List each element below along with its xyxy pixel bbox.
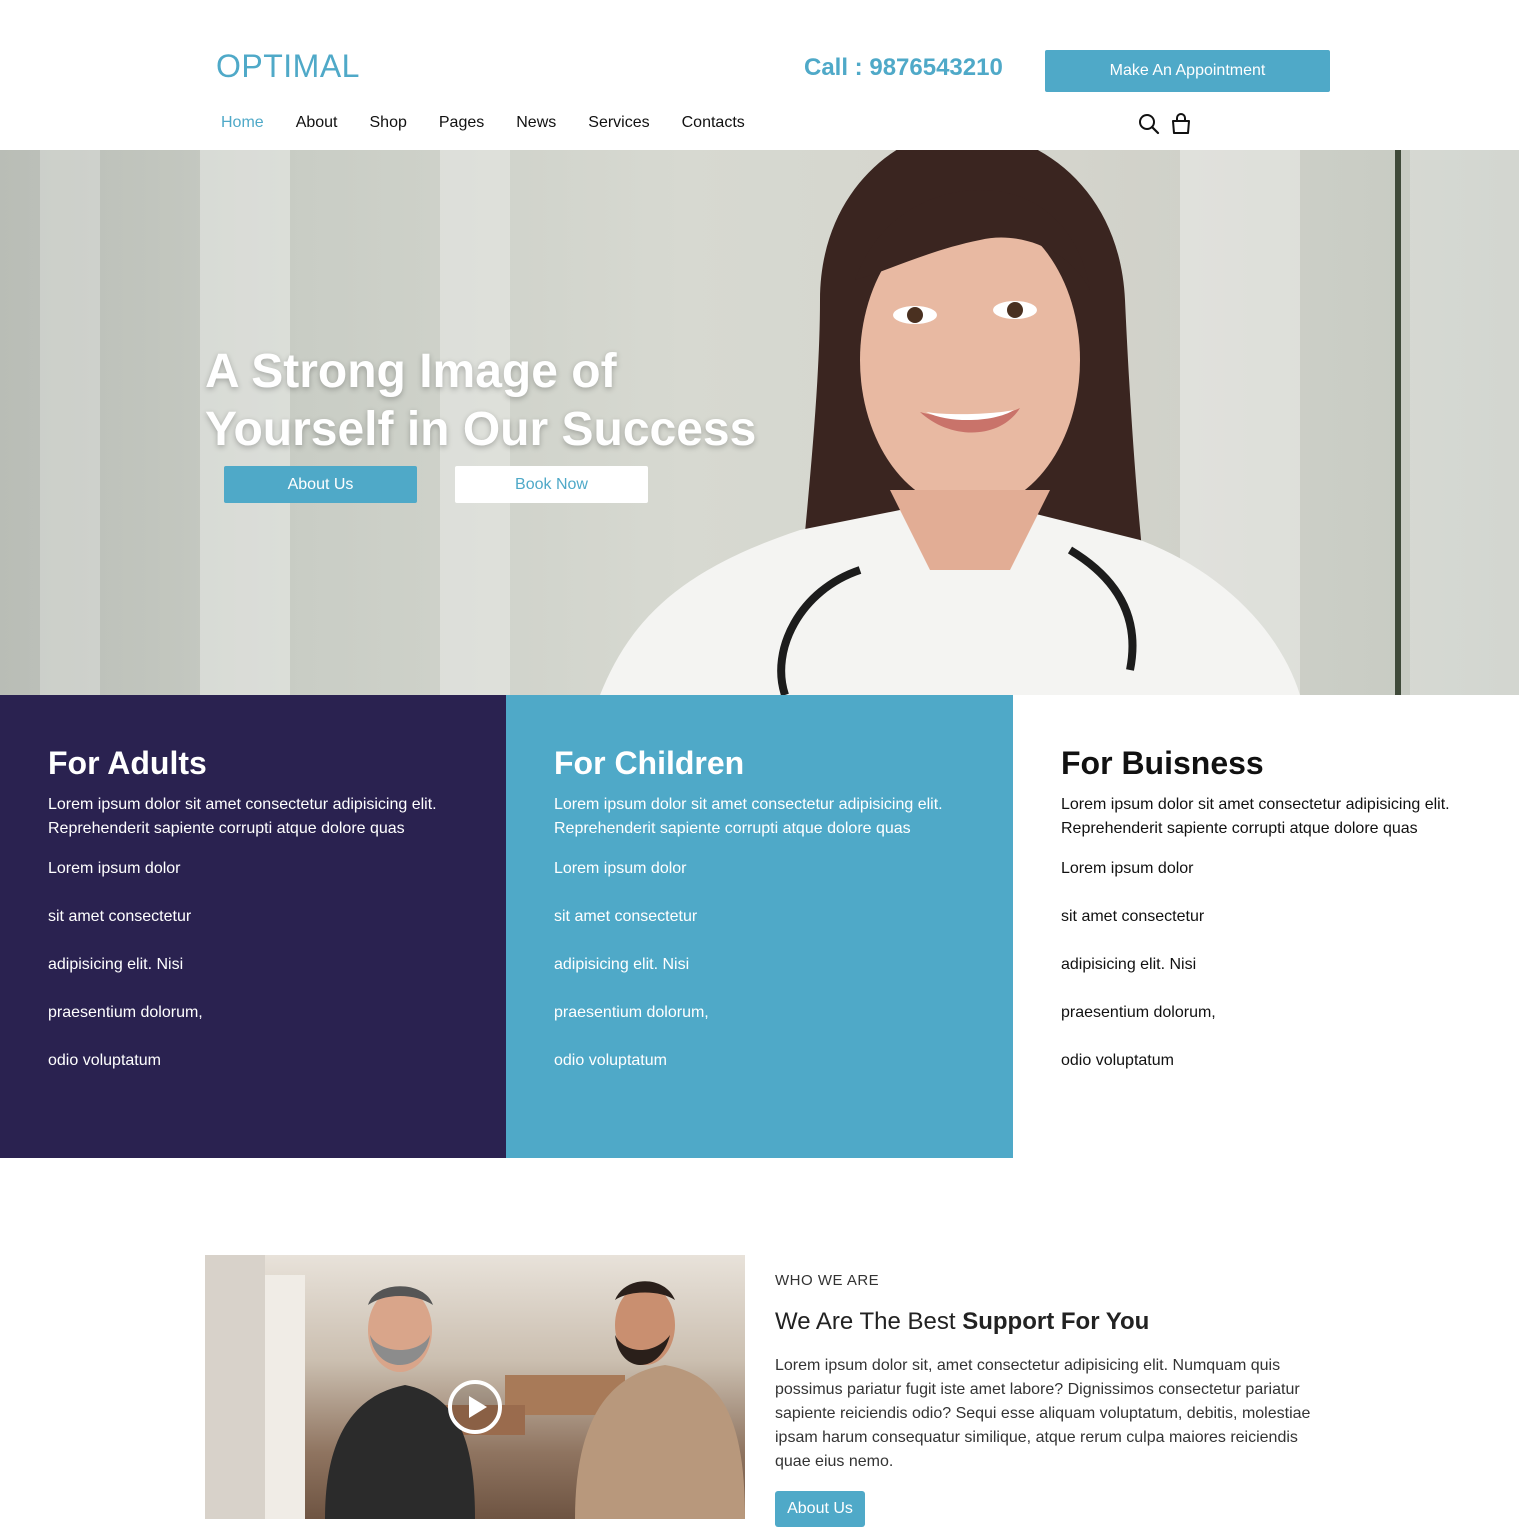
about-us-button[interactable]: About Us xyxy=(224,466,417,503)
section-title-bold: Support For You xyxy=(962,1308,1150,1335)
list-item: Lorem ipsum dolor xyxy=(48,860,181,877)
call-prefix: Call : xyxy=(804,54,870,81)
play-icon[interactable] xyxy=(447,1379,503,1435)
column-title: For Buisness xyxy=(1061,745,1264,781)
service-column-adults: For Adults Lorem ipsum dolor sit amet co… xyxy=(0,695,507,1158)
nav-item-pages[interactable]: Pages xyxy=(423,112,500,134)
hero-title-line-1: A Strong Image of xyxy=(205,345,617,398)
list-item: odio voluptatum xyxy=(1061,1052,1174,1069)
book-now-button[interactable]: Book Now xyxy=(455,466,648,503)
section-text: Lorem ipsum dolor sit, amet consectetur … xyxy=(775,1357,1311,1470)
background-blur xyxy=(1395,150,1401,695)
column-description: Lorem ipsum dolor sit amet consectetur a… xyxy=(554,796,943,837)
search-icon[interactable] xyxy=(1137,112,1161,136)
list-item: adipisicing elit. Nisi xyxy=(554,956,690,973)
column-list: Lorem ipsum dolor sit amet consectetur a… xyxy=(554,857,1013,1073)
list-item: Lorem ipsum dolor xyxy=(1061,860,1194,877)
column-title: For Children xyxy=(554,745,745,781)
list-item: odio voluptatum xyxy=(48,1052,161,1069)
nav-item-home[interactable]: Home xyxy=(205,112,280,134)
service-column-business: For Buisness Lorem ipsum dolor sit amet … xyxy=(1013,695,1519,1158)
main-nav: Home About Shop Pages News Services Cont… xyxy=(205,112,761,134)
list-item: sit amet consectetur xyxy=(1061,908,1205,925)
column-list: Lorem ipsum dolor sit amet consectetur a… xyxy=(48,857,507,1073)
about-us-section-button[interactable]: About Us xyxy=(775,1491,865,1527)
list-item: adipisicing elit. Nisi xyxy=(48,956,184,973)
list-item: sit amet consectetur xyxy=(554,908,698,925)
shopping-bag-icon[interactable] xyxy=(1169,112,1193,136)
list-item: praesentium dolorum, xyxy=(48,1004,203,1021)
list-item: praesentium dolorum, xyxy=(554,1004,709,1021)
section-title: We Are The Best Support For You xyxy=(775,1308,1149,1336)
background-blur xyxy=(1410,150,1519,695)
nav-item-contacts[interactable]: Contacts xyxy=(666,112,761,134)
list-item: sit amet consectetur xyxy=(48,908,192,925)
video-thumbnail[interactable] xyxy=(205,1255,745,1519)
list-item: adipisicing elit. Nisi xyxy=(1061,956,1197,973)
hero-title: A Strong Image of Yourself in Our Succes… xyxy=(205,343,765,459)
nav-item-about[interactable]: About xyxy=(280,112,354,134)
call-number[interactable]: Call : 9876543210 xyxy=(804,54,1003,82)
nav-item-services[interactable]: Services xyxy=(572,112,665,134)
background-blur xyxy=(40,150,100,695)
list-item: odio voluptatum xyxy=(554,1052,667,1069)
column-title: For Adults xyxy=(48,745,207,781)
column-description: Lorem ipsum dolor sit amet consectetur a… xyxy=(1061,796,1450,837)
phone-number[interactable]: 9876543210 xyxy=(869,54,1002,81)
site-logo[interactable]: OPTIMAL xyxy=(216,48,360,85)
list-item: Lorem ipsum dolor xyxy=(554,860,687,877)
make-appointment-button[interactable]: Make An Appointment xyxy=(1045,50,1330,92)
column-list: Lorem ipsum dolor sit amet consectetur a… xyxy=(1061,857,1519,1073)
nav-item-shop[interactable]: Shop xyxy=(354,112,423,134)
section-title-regular: We Are The Best xyxy=(775,1308,963,1335)
list-item: praesentium dolorum, xyxy=(1061,1004,1216,1021)
nav-item-news[interactable]: News xyxy=(500,112,572,134)
hero-title-line-2: Yourself in Our Success xyxy=(205,403,757,456)
section-label: WHO WE ARE xyxy=(775,1272,880,1289)
service-column-children: For Children Lorem ipsum dolor sit amet … xyxy=(506,695,1013,1158)
column-description: Lorem ipsum dolor sit amet consectetur a… xyxy=(48,796,437,837)
